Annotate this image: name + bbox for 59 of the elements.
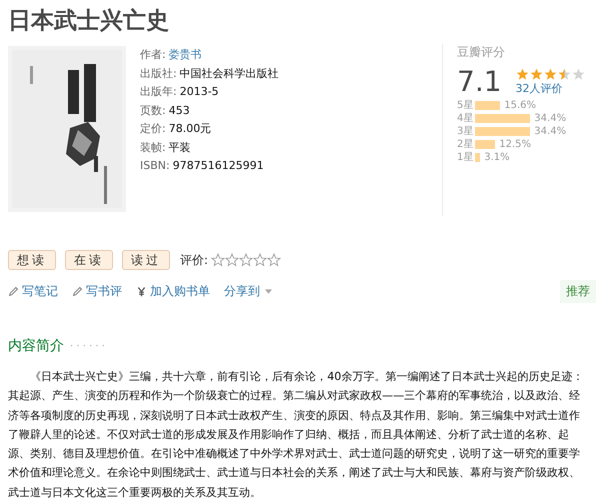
action-link[interactable]: 写笔记 [8,283,58,300]
intro-paragraph: 《日本武士兴亡史》三编，共十六章，前有引论，后有余论，40余万字。第一编阐述了日本武士兴起的历史足迹：其起源、产生、演变的历程和作为一个阶级衰亡的过程。第二编从对武家政权——三个幕府的军事统治，以及政治、经济等各项制度的历史再现，深刻说明了日本武士政权产生、演变的原因、特点及其作用、影响。第三编集中对武士道作了鞭辟人里的论述。不仅对武士道的形成发展及作用影响作了归纳、概括，而且具体阐述、分析了武士道的名称、起源、类别、德目及理想价值。在引论中准确概述了中外学术界对武士、武士道问题的研究史，说明了这一研究的重要学术价值和理论意义。在余论中则围绕武士、武士道与日本社会的关系，阐述了武士与大和民族、幕府与资产阶级政权、武士道与日本文化这三个重要两极的关系及其互动。 [8,369,584,501]
section-heading: 内容简介 [8,337,64,355]
info-label: 作者: [140,48,166,61]
rating-percent: 12.5% [499,138,532,151]
star-icon[interactable] [267,253,282,267]
star-icon [530,68,543,81]
rating-bar [475,127,530,136]
info-value: 中国社会科学出版社 [180,66,279,80]
star-icon[interactable] [225,253,240,267]
star-level-label: 4星 [457,112,474,125]
info-label: ISBN: [140,159,170,172]
info-value: 9787516125991 [172,159,264,172]
info-value: 453 [168,104,190,116]
book-title: 日本武士兴亡史 [8,7,170,36]
star-icon [544,68,557,81]
action-link[interactable]: 写书评 [72,283,122,300]
info-value: 78.00元 [168,122,212,135]
star-icon[interactable] [239,253,254,267]
rating-heading: 豆瓣评分 [457,44,506,61]
star-level-label: 3星 [457,125,474,138]
caret-icon [265,289,272,294]
recommend-button[interactable]: 推荐 [560,280,596,303]
info-label: 出版年: [140,85,177,98]
rating-bar [475,140,496,149]
status-button[interactable]: 在读 [65,250,113,270]
rating-percent: 34.4% [534,125,566,138]
info-label: 装帧: [140,140,166,154]
rating-percent: 15.6% [504,99,536,112]
rating-percent: 3.1% [484,151,510,164]
yen-icon [136,286,147,297]
rating-count-link[interactable]: 32人评价 [516,81,585,96]
star-icon [572,68,585,81]
rating-score: 7.1 [457,65,502,99]
rating-percent: 34.4% [534,112,566,125]
star-level-label: 5星 [457,99,474,112]
pencil-icon [72,286,83,297]
heading-dots: · · · · · · [70,340,105,352]
info-label: 页数: [140,104,166,116]
status-button[interactable]: 读过 [122,250,170,270]
action-link[interactable]: 分享到 [224,283,272,300]
author-link[interactable]: 娄贵书 [168,48,202,61]
my-rating-label: 评价: [180,252,208,268]
star-icon [516,68,529,81]
status-button[interactable]: 想读 [8,250,56,270]
action-link[interactable]: 加入购书单 [136,283,210,300]
star-icon [558,68,571,81]
rating-bar [475,101,500,110]
rating-bar [475,114,530,123]
info-value: 2013-5 [180,85,219,98]
star-icon[interactable] [253,253,268,267]
star-icon[interactable] [211,253,226,267]
rating-bar [475,153,480,162]
info-label: 出版社: [140,66,177,80]
pencil-icon [8,286,19,297]
info-value: 平装 [168,140,191,154]
info-label: 定价: [140,122,166,135]
star-level-label: 2星 [457,138,474,151]
star-level-label: 1星 [457,151,474,164]
